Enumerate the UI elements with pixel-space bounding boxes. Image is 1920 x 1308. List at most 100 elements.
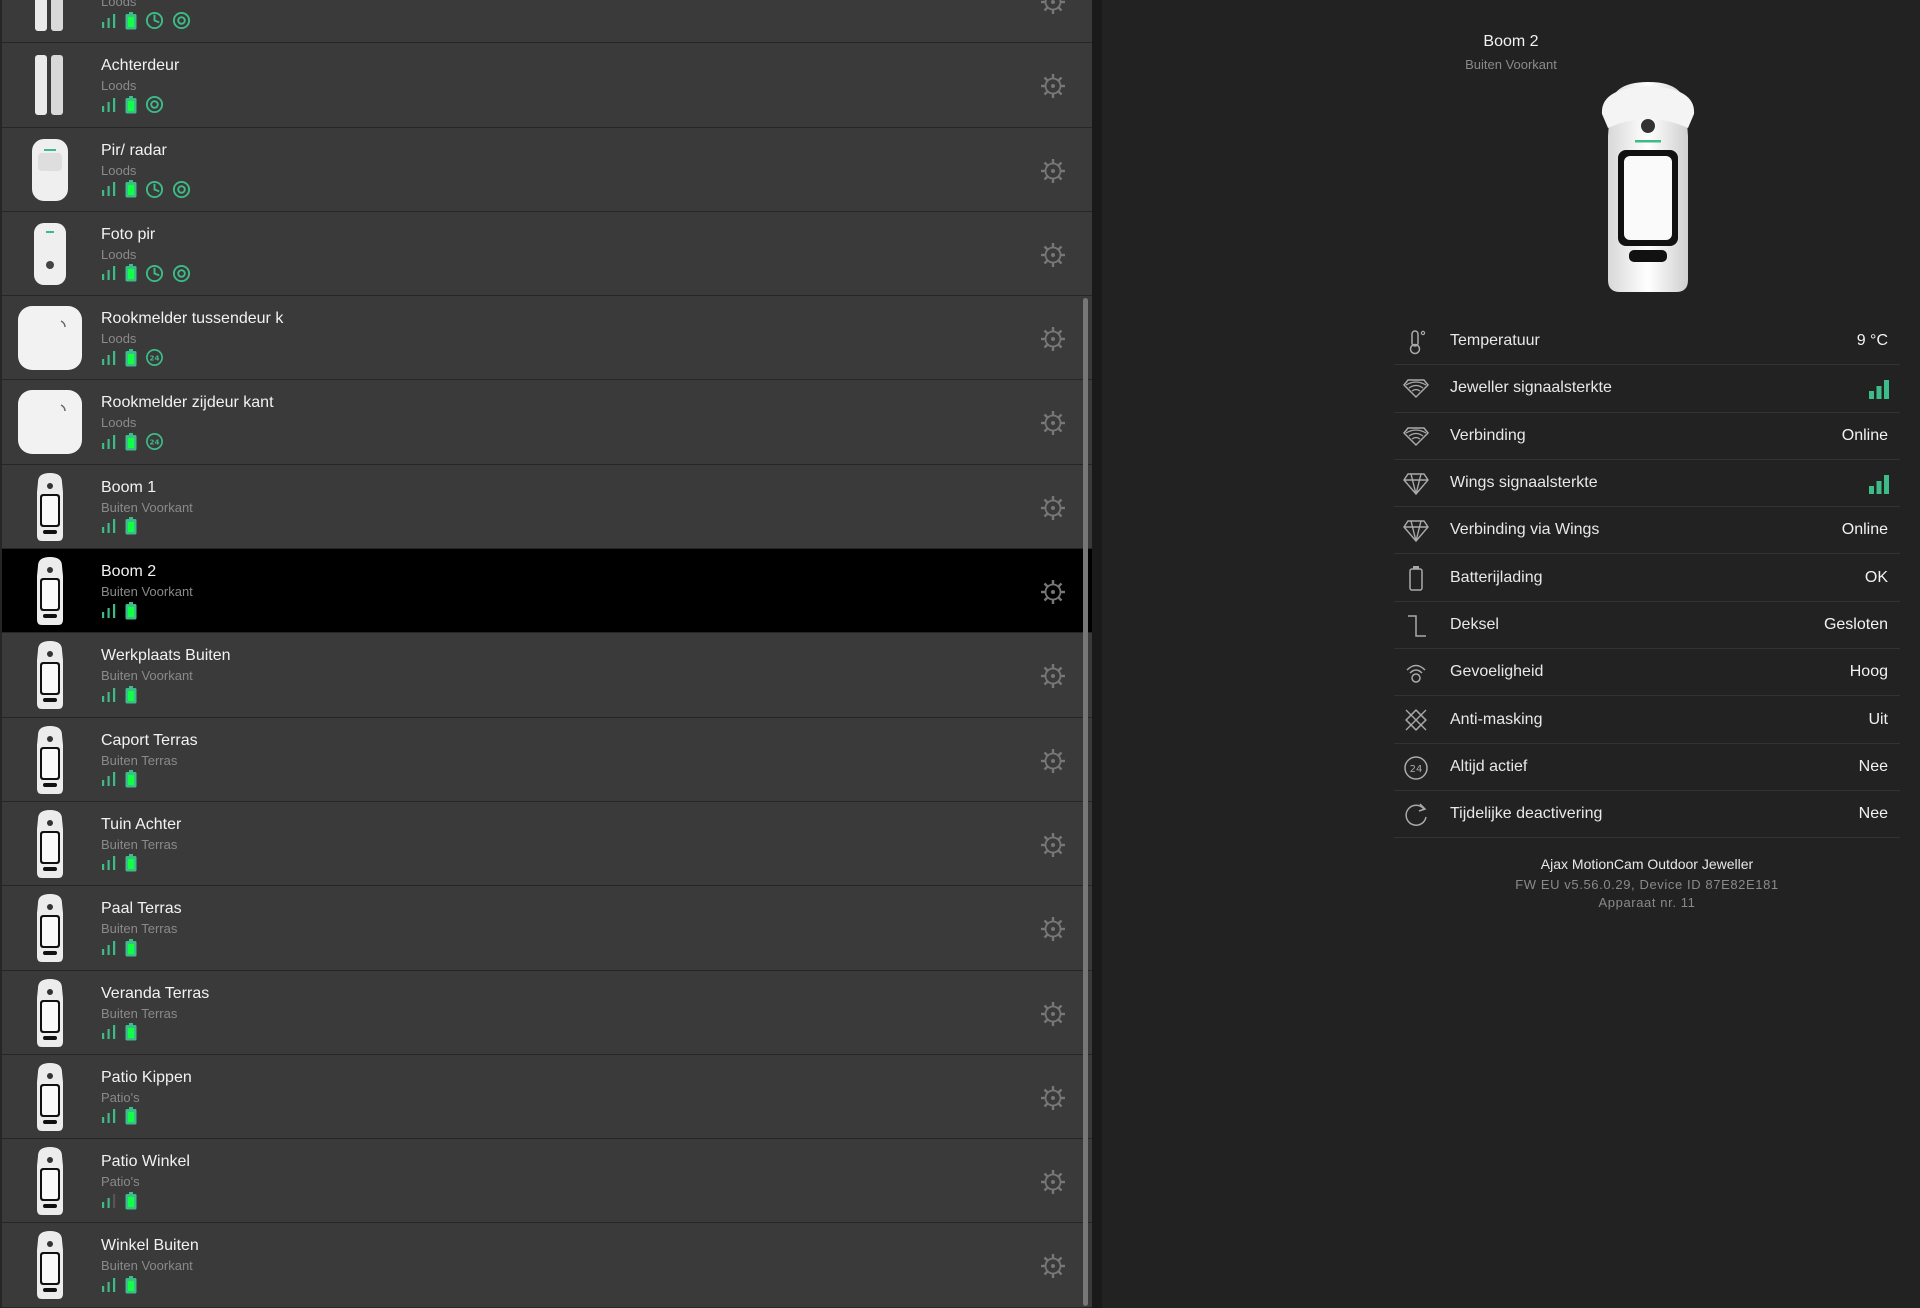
device-name: Patio Kippen [101, 1068, 192, 1086]
battery-icon [125, 685, 137, 709]
device-room: Loods [101, 246, 137, 262]
device-row[interactable]: Winkel Buiten Buiten Voorkant [0, 1223, 1092, 1308]
device-thumbnail [16, 220, 84, 288]
battery-icon [125, 348, 137, 372]
always-active-icon: 24 [145, 348, 164, 372]
gear-icon[interactable] [1040, 410, 1066, 436]
device-thumbnail [16, 894, 84, 963]
device-name: Pir/ radar [101, 141, 167, 159]
signal-icon [101, 603, 117, 624]
device-row[interactable]: Pir/ radar Loods [0, 127, 1092, 212]
device-name: Rookmelder tussendeur k [101, 310, 284, 328]
device-room: Buiten Voorkant [101, 1258, 193, 1274]
gear-icon[interactable] [1040, 1085, 1066, 1111]
device-status-icons [101, 770, 137, 793]
device-row[interactable]: Caport Terras Buiten Terras [0, 717, 1092, 802]
device-number: Apparaat nr. 11 [1598, 895, 1696, 910]
property-label: Wings signaalsterkte [1450, 474, 1598, 492]
device-firmware: FW EU v5.56.0.29, Device ID 87E82E181 [1515, 877, 1779, 892]
gear-icon[interactable] [1040, 326, 1066, 352]
gear-icon[interactable] [1040, 0, 1066, 15]
property-row: Tijdelijke deactivering Nee [1394, 791, 1900, 839]
device-detail-panel: Boom 2 Buiten Voorkant Temperatuur 9 °C Je… [1102, 0, 1920, 1308]
device-room: Loods [101, 78, 137, 94]
gear-icon[interactable] [1040, 1001, 1066, 1027]
device-row[interactable]: Patio Kippen Patio's [0, 1054, 1092, 1140]
device-row[interactable]: Achterdeur Loods [0, 43, 1092, 128]
signal-icon [101, 181, 117, 202]
device-name: Winkel Buiten [101, 1237, 199, 1255]
device-row[interactable]: Boom 1 Buiten Voorkant [0, 464, 1092, 550]
gear-icon[interactable] [1040, 73, 1066, 99]
device-footer: Ajax MotionCam Outdoor Jeweller FW EU v5… [1394, 856, 1900, 910]
battery-icon [125, 938, 137, 962]
device-room: Buiten Terras [101, 836, 178, 852]
battery-icon [125, 432, 137, 456]
signal-icon [101, 518, 117, 539]
device-list-scrollbar[interactable] [1083, 298, 1088, 1306]
sensitivity-icon [172, 11, 191, 35]
device-row[interactable]: Rookmelder zijdeur kant Loods 24 [0, 380, 1092, 465]
property-label: Jeweller signaalsterkte [1450, 379, 1612, 397]
gear-icon[interactable] [1040, 579, 1066, 605]
device-room: Loods [101, 162, 137, 178]
device-row[interactable]: Loods [0, 0, 1092, 44]
device-room: Loods [101, 0, 137, 9]
property-label: Temperatuur [1450, 332, 1540, 350]
device-row[interactable]: Rookmelder tussendeur k Loods 24 [0, 296, 1092, 381]
battery-icon [125, 770, 137, 793]
device-row[interactable]: Veranda Terras Buiten Terras [0, 970, 1092, 1055]
property-value: Online [1841, 426, 1888, 444]
delay-icon [145, 180, 164, 204]
device-row[interactable]: Boom 2 Buiten Voorkant [0, 549, 1092, 634]
signal-icon [101, 434, 117, 455]
property-row: 24 Altijd actief Nee [1394, 744, 1900, 791]
signal-icon [101, 1277, 117, 1298]
gear-icon[interactable] [1040, 748, 1066, 774]
device-thumbnail [16, 809, 84, 878]
device-row[interactable]: Paal Terras Buiten Terras [0, 886, 1092, 971]
device-status-icons [101, 180, 191, 204]
gear-icon[interactable] [1040, 495, 1066, 521]
device-room: Patio's [101, 1174, 140, 1190]
device-status-icons [101, 938, 137, 962]
property-row: Verbinding Online [1394, 413, 1900, 460]
signal-icon [101, 687, 117, 708]
battery-icon [125, 264, 137, 287]
property-value: Nee [1858, 757, 1888, 775]
device-row[interactable]: Tuin Achter Buiten Terras [0, 801, 1092, 887]
signal-icon [101, 13, 117, 34]
device-status-icons [101, 1275, 137, 1298]
always-active-outline-icon: 24 [1402, 754, 1430, 782]
property-label: Verbinding [1450, 426, 1526, 444]
gear-icon[interactable] [1040, 663, 1066, 689]
gear-icon[interactable] [1040, 1169, 1066, 1195]
lid-icon [1402, 612, 1430, 640]
temp-deactivation-icon [1402, 801, 1430, 829]
property-row: Deksel Gesloten [1394, 602, 1900, 650]
battery-icon [125, 1191, 137, 1215]
device-thumbnail [16, 1231, 84, 1300]
device-status-icons [101, 517, 137, 539]
property-label: Batterijlading [1450, 568, 1543, 586]
device-room: Buiten Terras [101, 1005, 178, 1021]
signal-icon-weak [101, 1193, 117, 1214]
gear-icon[interactable] [1040, 158, 1066, 184]
device-status-icons [101, 1023, 137, 1045]
property-label: Altijd actief [1450, 757, 1528, 775]
gear-icon[interactable] [1040, 1253, 1066, 1279]
device-thumbnail [16, 557, 84, 626]
gear-icon[interactable] [1040, 832, 1066, 858]
device-row[interactable]: Werkplaats Buiten Buiten Voorkant [0, 633, 1092, 718]
jeweller-icon [1402, 375, 1430, 403]
gear-icon[interactable] [1040, 916, 1066, 942]
device-row[interactable]: Patio Winkel Patio's [0, 1139, 1092, 1224]
battery-outline-icon [1402, 564, 1430, 592]
device-name: Tuin Achter [101, 815, 182, 833]
gear-icon[interactable] [1040, 242, 1066, 268]
battery-icon [125, 11, 137, 35]
property-row: Anti-masking Uit [1394, 696, 1900, 744]
device-row[interactable]: Foto pir Loods [0, 211, 1092, 297]
device-thumbnail [16, 0, 84, 35]
property-value: Gesloten [1823, 615, 1888, 633]
